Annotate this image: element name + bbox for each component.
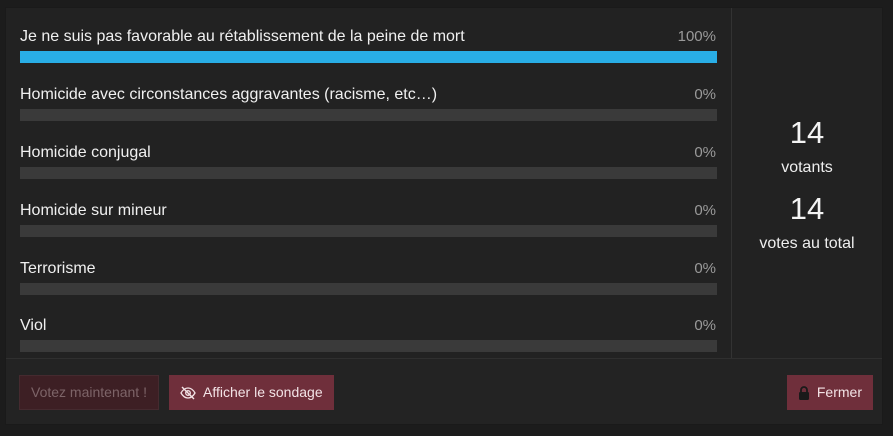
voters-count: 14 [789,115,825,150]
option-label: Terrorisme [20,260,96,277]
option-percent: 0% [694,202,716,219]
voters-label: votants [781,159,833,176]
lock-icon [798,385,810,400]
poll-options: Je ne suis pas favorable au rétablisseme… [6,8,731,358]
show-poll-label: Afficher le sondage [203,384,323,400]
option-label: Homicide conjugal [20,144,151,161]
option-bar-fill [20,51,717,63]
option-label: Homicide avec circonstances aggravantes … [20,86,438,103]
option-bar-track [20,109,717,121]
eye-slash-icon [180,386,196,400]
votes-count: 14 [789,191,825,226]
option-bar-track [20,51,717,63]
option-percent: 0% [694,86,716,103]
option-percent: 100% [677,28,716,45]
option-label: Viol [20,317,47,334]
poll-stats: 14 votants 14 votes au total [731,8,882,358]
option-percent: 0% [694,317,716,334]
option-percent: 0% [694,260,716,277]
vote-now-label: Votez maintenant ! [31,384,147,400]
option-bar-track [20,340,717,352]
option-label: Homicide sur mineur [20,202,167,219]
show-poll-button[interactable]: Afficher le sondage [169,375,334,410]
poll-container: Je ne suis pas favorable au rétablisseme… [5,7,883,425]
close-poll-button[interactable]: Fermer [786,375,873,410]
close-poll-label: Fermer [816,384,862,400]
poll-footer: Votez maintenant ! Afficher le sondage F… [6,358,882,424]
option-label: Je ne suis pas favorable au rétablisseme… [20,28,465,45]
option-bar-track [20,283,717,295]
option-bar-track [20,167,717,179]
option-bar-track [20,225,717,237]
votes-label: votes au total [759,235,855,252]
option-percent: 0% [694,144,716,161]
vote-now-button[interactable]: Votez maintenant ! [19,375,159,410]
